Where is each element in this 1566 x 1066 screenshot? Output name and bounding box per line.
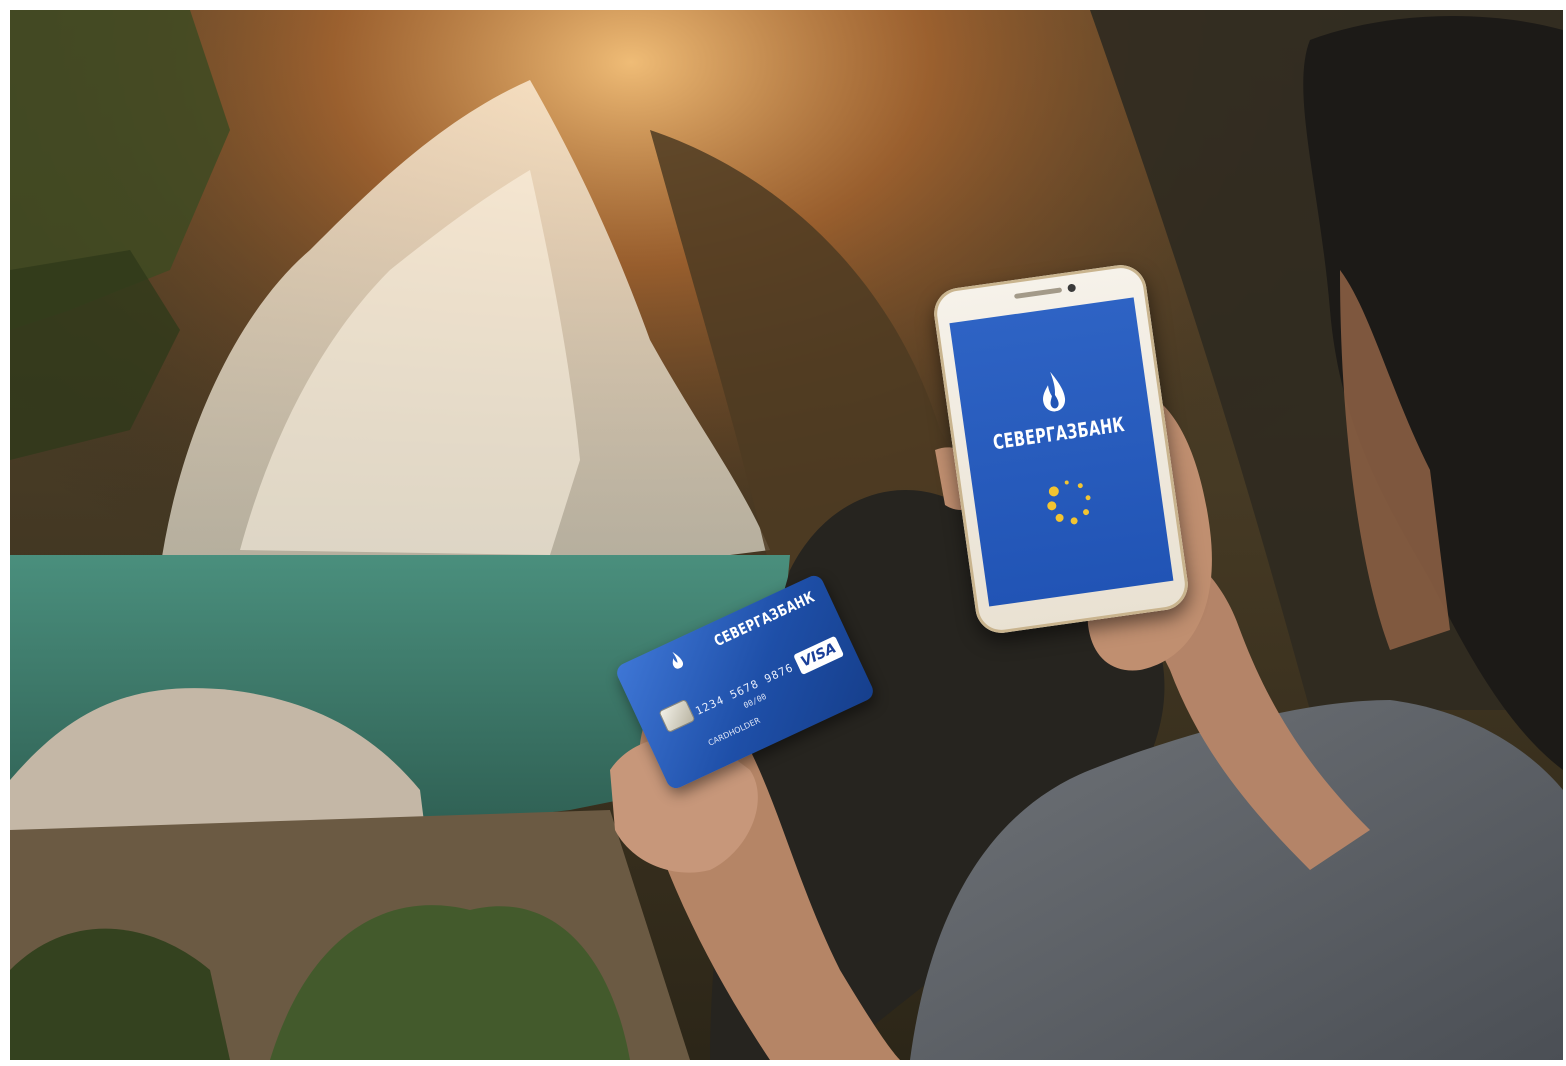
background-photo [10, 10, 1563, 1060]
flame-icon [672, 651, 684, 669]
front-camera [1067, 283, 1077, 293]
card-holder: CARDHOLDER [706, 715, 762, 748]
flame-icon [1043, 371, 1066, 412]
visa-logo: VISA [793, 635, 845, 676]
spinner-icon [1047, 480, 1091, 525]
photo-scene: СЕВЕРГАЗБАНК 1234 5678 9876 5432 00/00 C… [10, 10, 1563, 1060]
phone-screen: СЕВЕРГАЗБАНК [949, 297, 1174, 607]
chip-icon [658, 698, 696, 734]
app-bank-name: СЕВЕРГАЗБАНК [991, 412, 1127, 455]
earpiece [1013, 287, 1063, 299]
